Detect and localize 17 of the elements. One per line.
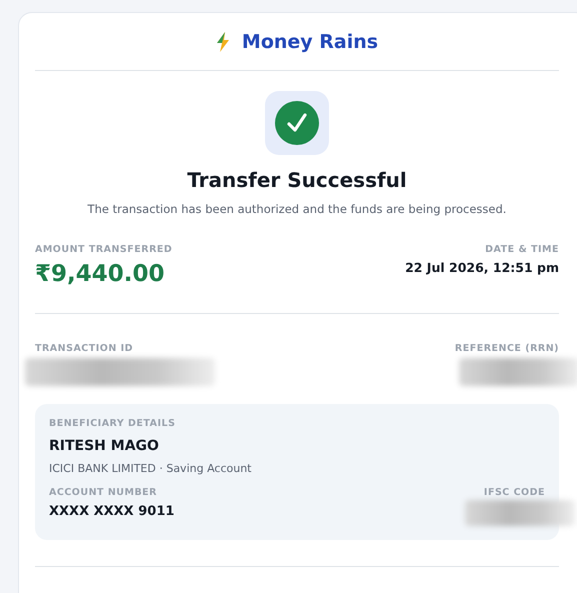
ifsc-label: IFSC CODE [484, 487, 545, 498]
amount-value: ₹9,440.00 [35, 261, 164, 287]
brand-name: Money Rains [242, 30, 378, 52]
beneficiary-name: RITESH MAGO [49, 438, 160, 454]
account-label: ACCOUNT NUMBER [49, 487, 157, 498]
account-number: XXXX XXXX 9011 [49, 504, 174, 519]
status-message: The transaction has been authorized and the funds are being processed. [88, 202, 506, 216]
bank-details: ICICI BANK LIMITED · Saving Account [49, 462, 252, 475]
status-title: Transfer Successful [187, 168, 407, 192]
transaction-id-label: TRANSACTION ID [35, 343, 134, 354]
amount-label: AMOUNT TRANSFERRED [35, 244, 172, 255]
beneficiary-heading: BENEFICIARY DETAILS [49, 418, 176, 429]
check-circle-icon [275, 101, 319, 145]
date-value: 22 Jul 2026, 12:51 pm [405, 260, 559, 275]
date-label: DATE & TIME [485, 244, 559, 255]
lightning-icon [216, 32, 230, 52]
reference-label: REFERENCE (RRN) [454, 343, 559, 354]
